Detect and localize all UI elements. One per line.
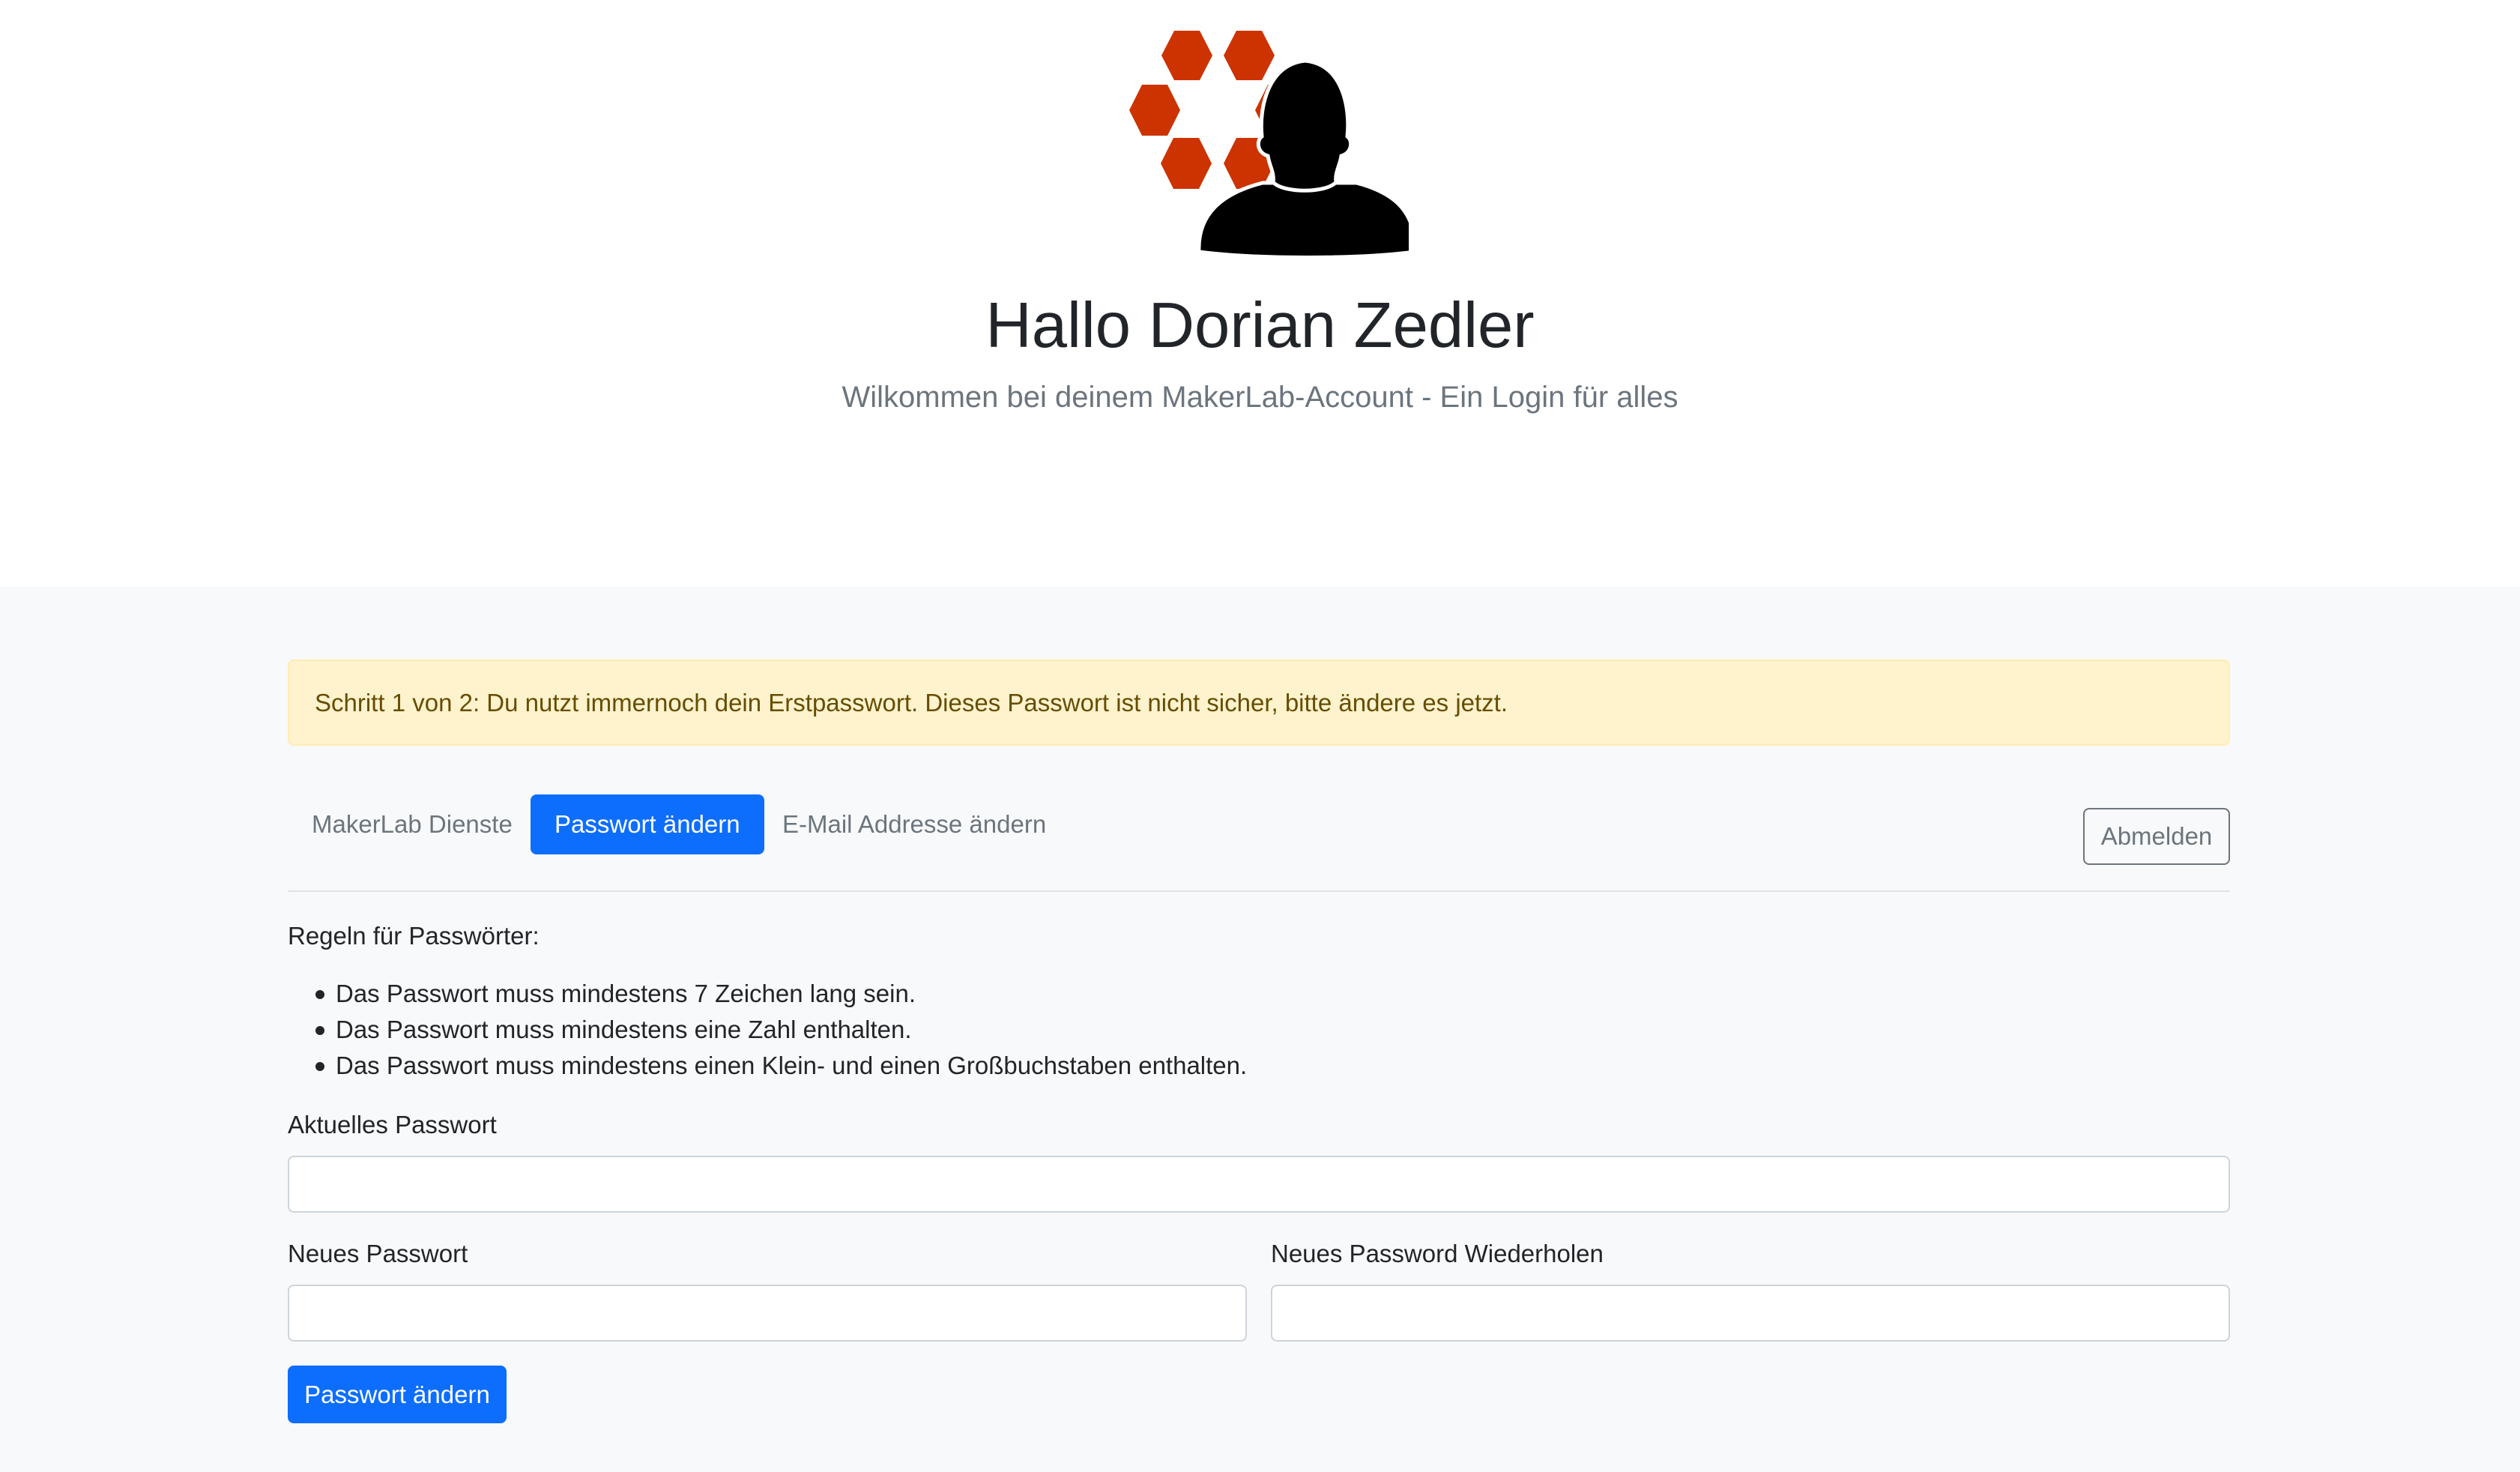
divider	[288, 890, 2230, 892]
password-rules-list: Das Passwort muss mindestens 7 Zeichen l…	[288, 976, 1247, 1084]
nav-item-email-aendern[interactable]: E-Mail Addresse ändern	[758, 794, 1070, 854]
new-password-input[interactable]	[288, 1285, 1247, 1342]
logout-button[interactable]: Abmelden	[2083, 808, 2230, 865]
hexagon-shape	[1161, 138, 1212, 189]
rule-item: Das Passwort muss mindestens einen Klein…	[288, 1048, 1247, 1084]
nav-item-makerlab-dienste[interactable]: MakerLab Dienste	[288, 794, 537, 854]
rule-item: Das Passwort muss mindestens 7 Zeichen l…	[288, 976, 1247, 1012]
current-password-input[interactable]	[288, 1156, 2230, 1213]
current-password-label: Aktuelles Passwort	[288, 1111, 497, 1138]
rule-item: Das Passwort muss mindestens eine Zahl e…	[288, 1012, 1247, 1048]
hexagon-shape	[1224, 31, 1275, 80]
hexagon-shape	[1129, 85, 1180, 136]
page-subtitle: Wilkommen bei deinem MakerLab-Account - …	[841, 381, 1679, 414]
new-password-label: Neues Passwort	[288, 1240, 468, 1267]
makerlab-user-logo-icon	[1129, 31, 1409, 259]
nav-item-passwort-aendern[interactable]: Passwort ändern	[531, 794, 764, 854]
page-title: Hallo Dorian Zedler	[985, 290, 1535, 361]
repeat-password-input[interactable]	[1271, 1285, 2230, 1342]
page-header: Hallo Dorian Zedler Wilkommen bei deinem…	[0, 0, 2520, 587]
change-password-button[interactable]: Passwort ändern	[288, 1366, 507, 1423]
hexagon-shape	[1161, 31, 1212, 80]
password-rules-title: Regeln für Passwörter:	[288, 922, 540, 950]
warning-alert: Schritt 1 von 2: Du nutzt immernoch dein…	[288, 660, 2230, 746]
repeat-password-label: Neues Password Wiederholen	[1271, 1240, 1604, 1267]
